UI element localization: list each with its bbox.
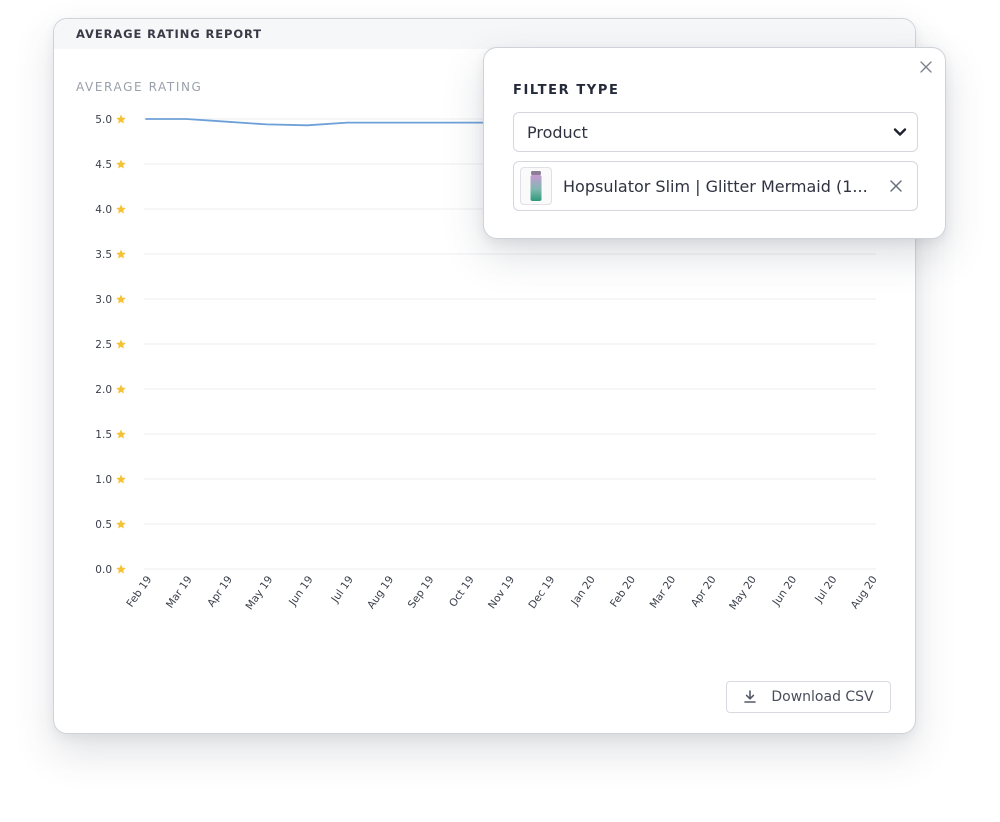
download-csv-button[interactable]: Download CSV bbox=[726, 681, 891, 713]
x-tick-label: Feb 19 bbox=[124, 574, 154, 610]
x-tick-label: Apr 20 bbox=[689, 574, 719, 609]
y-tick-label: 4.0 bbox=[95, 204, 112, 216]
filter-type-value: Product bbox=[527, 122, 588, 142]
selected-product-label: Hopsulator Slim | Glitter Mermaid (1... bbox=[563, 176, 868, 196]
x-tick-label: Jul 19 bbox=[329, 574, 356, 606]
star-icon bbox=[116, 339, 126, 349]
star-icon bbox=[116, 564, 126, 574]
filter-type-heading: FILTER TYPE bbox=[513, 83, 620, 98]
x-tick-label: Jun 20 bbox=[770, 574, 799, 609]
x-tick-label: May 19 bbox=[243, 574, 275, 612]
star-icon bbox=[116, 159, 126, 169]
star-icon bbox=[116, 114, 126, 124]
y-tick-label: 1.0 bbox=[95, 474, 112, 486]
star-icon bbox=[116, 204, 126, 214]
x-tick-label: Feb 20 bbox=[608, 574, 638, 610]
y-tick-label: 3.0 bbox=[95, 294, 112, 306]
download-csv-label: Download CSV bbox=[771, 689, 874, 705]
x-tick-label: Nov 19 bbox=[486, 574, 517, 611]
star-icon bbox=[116, 474, 126, 484]
x-tick-label: Jun 19 bbox=[286, 574, 315, 609]
y-tick-label: 5.0 bbox=[95, 114, 112, 126]
x-tick-label: Dec 19 bbox=[526, 574, 557, 611]
star-icon bbox=[116, 519, 126, 529]
y-tick-label: 2.0 bbox=[95, 384, 112, 396]
y-tick-label: 3.5 bbox=[95, 249, 112, 261]
x-tick-label: May 20 bbox=[727, 574, 759, 612]
remove-product-icon[interactable] bbox=[889, 179, 903, 193]
average-rating-line bbox=[145, 118, 510, 127]
y-tick-label: 0.0 bbox=[95, 564, 112, 576]
product-thumbnail bbox=[520, 167, 552, 205]
selected-product-chip: Hopsulator Slim | Glitter Mermaid (1... bbox=[513, 161, 918, 211]
star-icon bbox=[116, 294, 126, 304]
x-tick-label: Jan 20 bbox=[568, 574, 597, 609]
chevron-down-icon bbox=[893, 128, 907, 136]
x-tick-label: Sep 19 bbox=[406, 574, 437, 611]
y-tick-label: 4.5 bbox=[95, 159, 112, 171]
x-tick-label: Mar 20 bbox=[648, 574, 679, 611]
y-tick-label: 2.5 bbox=[95, 339, 112, 351]
star-icon bbox=[116, 429, 126, 439]
x-tick-label: Mar 19 bbox=[164, 574, 195, 611]
x-tick-label: Jul 20 bbox=[812, 574, 839, 606]
x-tick-label: Oct 19 bbox=[447, 574, 477, 609]
tumbler-icon bbox=[530, 171, 542, 201]
download-icon bbox=[744, 690, 757, 703]
x-tick-label: Apr 19 bbox=[205, 574, 235, 609]
filter-popup: FILTER TYPE Product Hopsulator Slim | Gl… bbox=[483, 47, 946, 239]
x-tick-label: Aug 19 bbox=[365, 574, 396, 611]
filter-type-select[interactable]: Product bbox=[513, 112, 918, 152]
star-icon bbox=[116, 249, 126, 259]
star-icon bbox=[116, 384, 126, 394]
y-tick-label: 0.5 bbox=[95, 519, 112, 531]
y-tick-label: 1.5 bbox=[95, 429, 112, 441]
x-tick-label: Aug 20 bbox=[849, 574, 880, 611]
close-icon[interactable] bbox=[919, 60, 933, 74]
